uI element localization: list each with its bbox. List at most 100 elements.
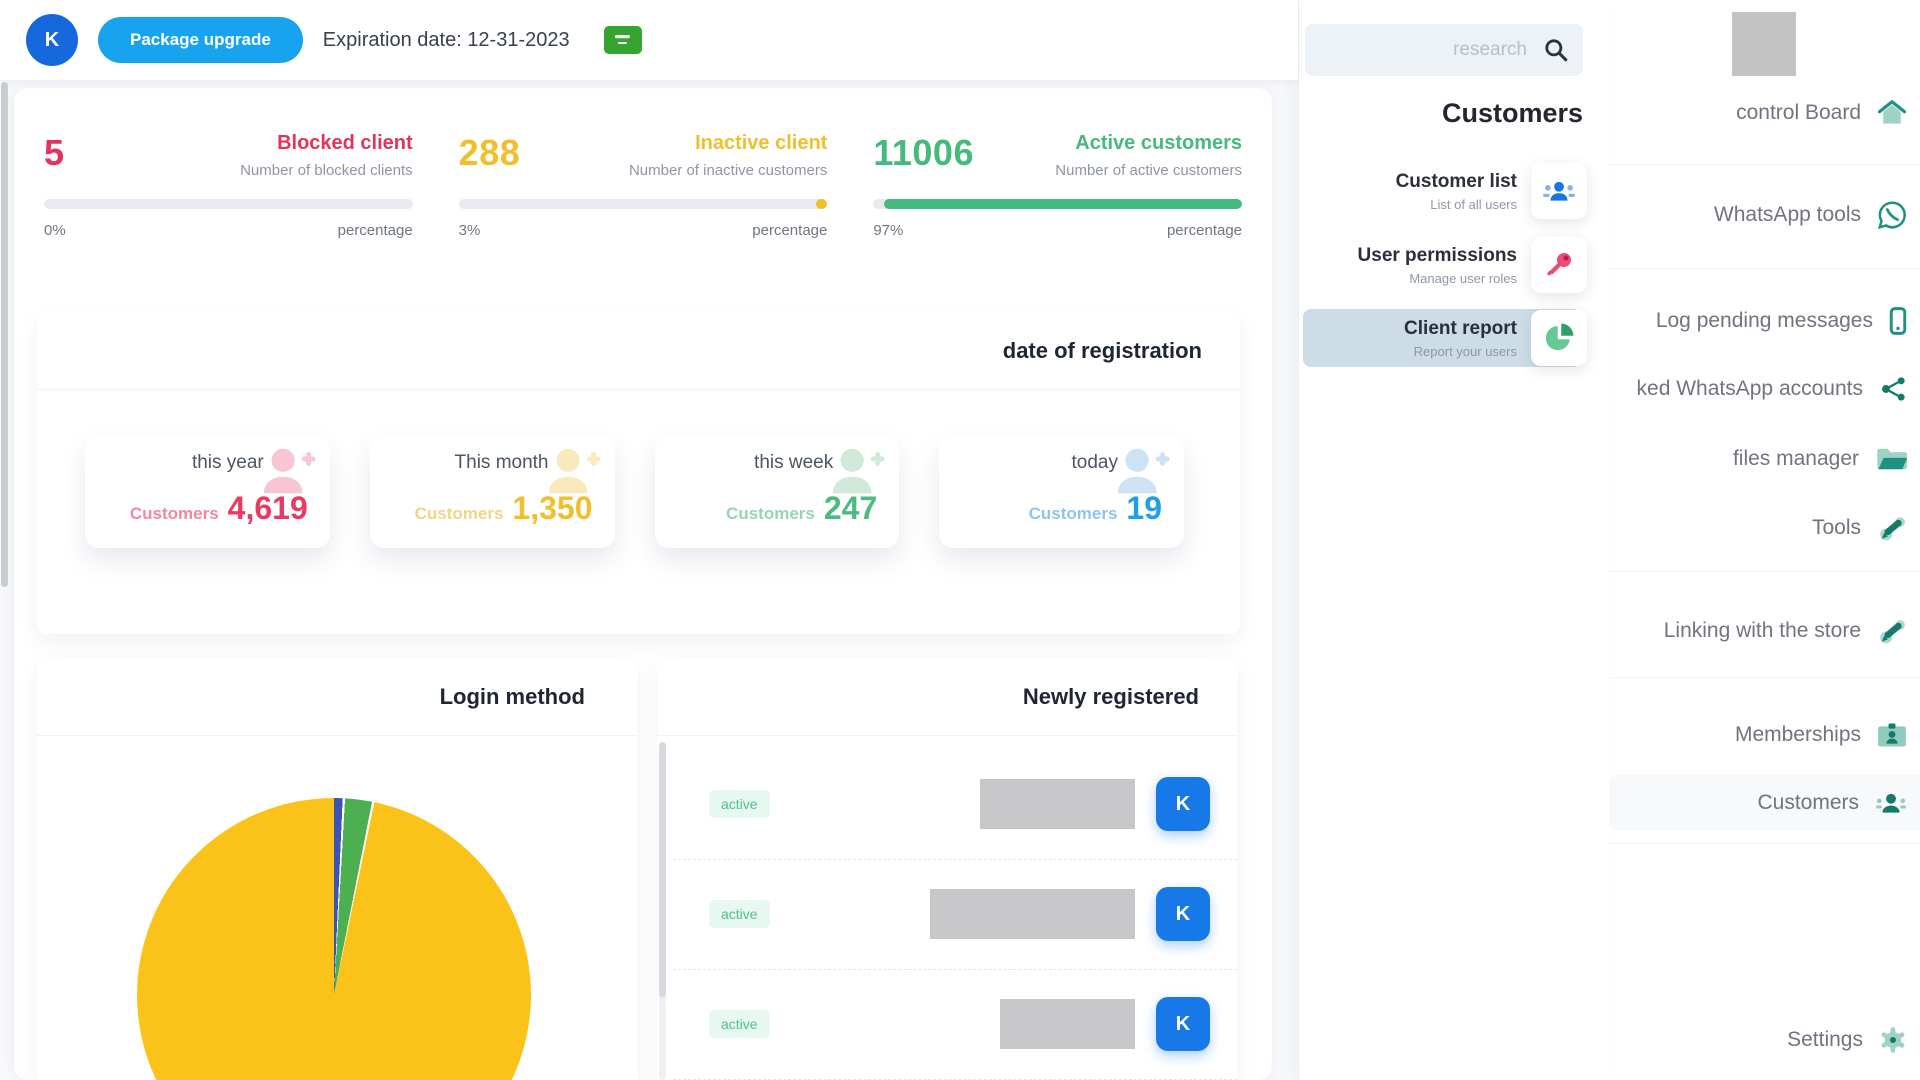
sidebar-item-label: Customers — [1757, 791, 1859, 815]
pencil-icon — [1877, 616, 1907, 646]
sidebar-item-label: Settings — [1787, 1028, 1863, 1052]
whatsapp-icon — [1877, 200, 1907, 230]
list-item[interactable]: active K — [673, 969, 1237, 1080]
redacted-name-bar — [930, 889, 1135, 939]
home-icon — [1877, 99, 1907, 127]
avatar[interactable]: K — [1156, 777, 1210, 831]
stat-percent-label: percentage — [752, 222, 827, 239]
top-bar: K Package upgrade Expiration date: 12-31… — [0, 0, 1298, 80]
sidebar-item-whatsapp-tools[interactable]: WhatsApp tools — [1609, 187, 1920, 243]
list-item[interactable]: active K — [673, 859, 1237, 970]
redacted-name-bar — [980, 779, 1135, 829]
stat-title: Inactive client — [629, 132, 827, 155]
submenu-item-user-permissions[interactable]: User permissions Manage user roles — [1299, 232, 1609, 298]
customers-label: Customers — [726, 504, 815, 524]
registration-card-this-week[interactable]: this week Customers 247 — [655, 436, 900, 548]
stat-percent-label: percentage — [338, 222, 413, 239]
sidebar-item-label: Log pending messages — [1656, 309, 1873, 333]
customers-value: 19 — [1126, 490, 1162, 527]
customers-submenu-panel: research Customers Customer list List of… — [1298, 0, 1609, 1080]
sidebar-item-control-board[interactable]: control Board — [1609, 85, 1920, 141]
login-method-title: Login method — [37, 658, 637, 736]
phone-icon — [1889, 306, 1907, 336]
customers-label: Customers — [130, 504, 219, 524]
status-badge: active — [709, 790, 770, 818]
submenu-item-title: Customer list — [1396, 171, 1517, 193]
submenu-item-title: User permissions — [1358, 245, 1517, 267]
avatar[interactable]: K — [1156, 887, 1210, 941]
stat-value: 288 — [459, 132, 521, 174]
stats-row: 5 Blocked client Number of blocked clien… — [44, 132, 1242, 239]
status-badge: active — [709, 900, 770, 928]
key-icon — [1531, 237, 1587, 293]
submenu-item-subtitle: Manage user roles — [1358, 271, 1517, 286]
sidebar-item-label: WhatsApp tools — [1714, 203, 1861, 227]
sidebar-item-files-manager[interactable]: files manager — [1609, 431, 1920, 487]
date-of-registration-title: date of registration — [37, 312, 1240, 390]
sidebar-divider — [1609, 571, 1920, 572]
saudi-flag-icon[interactable] — [604, 26, 642, 54]
list-scrollbar-thumb[interactable] — [659, 742, 666, 997]
registration-card-today[interactable]: today Customers 19 — [939, 436, 1184, 548]
submenu-item-subtitle: List of all users — [1396, 197, 1517, 212]
avatar[interactable]: K — [1156, 997, 1210, 1051]
user-avatar[interactable]: K — [26, 14, 78, 66]
registration-cards-row: this year Customers 4,619 — [37, 390, 1240, 548]
stat-blocked-clients: 5 Blocked client Number of blocked clien… — [44, 132, 413, 239]
newly-registered-title: Newly registered — [657, 658, 1237, 736]
period-label: today — [961, 452, 1162, 474]
submenu-item-title: Client report — [1404, 318, 1517, 340]
submenu-item-client-report[interactable]: Client report Report your users — [1299, 306, 1609, 370]
sidebar-item-label: Linked WhatsApp accounts — [1637, 377, 1863, 401]
share-icon — [1879, 375, 1907, 403]
stat-active-customers: 11006 Active customers Number of active … — [873, 132, 1242, 239]
search-icon[interactable] — [1543, 37, 1569, 63]
sidebar-item-memberships[interactable]: Memberships — [1609, 707, 1920, 763]
sidebar-divider — [1609, 843, 1920, 844]
period-label: This month — [392, 452, 593, 474]
sidebar-divider — [1609, 677, 1920, 678]
customers-value: 4,619 — [228, 490, 308, 527]
stat-title: Blocked client — [240, 132, 413, 155]
sidebar-item-label: files manager — [1733, 447, 1859, 471]
registration-card-this-year[interactable]: this year Customers 4,619 — [85, 436, 330, 548]
period-label: this week — [677, 452, 878, 474]
dashboard-page: K Package upgrade Expiration date: 12-31… — [0, 0, 1920, 1080]
customers-label: Customers — [1029, 504, 1118, 524]
registration-card-this-month[interactable]: This month Customers 1,350 — [370, 436, 615, 548]
progress-bar — [459, 199, 828, 209]
sidebar-item-label: Linking with the store — [1664, 619, 1861, 643]
page-scrollbar[interactable] — [1, 82, 8, 587]
pie-icon — [1531, 310, 1587, 366]
app-logo-placeholder — [1732, 12, 1796, 76]
sidebar-item-log-pending-messages[interactable]: Log pending messages — [1609, 293, 1920, 349]
sidebar-item-linking-with-store[interactable]: Linking with the store — [1609, 603, 1920, 659]
main-sidebar: control Board WhatsApp tools Log pending… — [1608, 0, 1920, 1080]
sidebar-item-settings[interactable]: Settings — [1609, 1012, 1920, 1068]
stat-percent: 0% — [44, 222, 66, 239]
period-label: this year — [107, 452, 308, 474]
users-icon — [1531, 163, 1587, 219]
expiration-date-text: Expiration date: 12-31-2023 — [323, 29, 570, 52]
newly-registered-card: Newly registered active K active K — [657, 658, 1237, 1080]
status-badge: active — [709, 1010, 770, 1038]
sidebar-item-customers[interactable]: Customers — [1609, 775, 1920, 831]
stat-value: 11006 — [873, 132, 974, 174]
sidebar-divider — [1609, 164, 1920, 165]
submenu-item-customer-list[interactable]: Customer list List of all users — [1299, 158, 1609, 224]
sidebar-item-label: Tools — [1812, 516, 1861, 540]
folder-icon — [1875, 446, 1907, 472]
search-input[interactable]: research — [1305, 24, 1583, 76]
stat-percent-label: percentage — [1167, 222, 1242, 239]
login-method-pie-chart[interactable] — [137, 798, 531, 1080]
submenu-item-subtitle: Report your users — [1404, 344, 1517, 359]
progress-bar — [44, 199, 413, 209]
list-item[interactable]: active K — [673, 749, 1237, 860]
customers-value: 1,350 — [512, 490, 592, 527]
search-placeholder: research — [1453, 39, 1527, 61]
package-upgrade-button[interactable]: Package upgrade — [98, 17, 303, 63]
sidebar-item-linked-whatsapp-accounts[interactable]: Linked WhatsApp accounts — [1609, 361, 1920, 417]
badge-icon — [1877, 722, 1907, 748]
stat-inactive-clients: 288 Inactive client Number of inactive c… — [459, 132, 828, 239]
sidebar-item-tools[interactable]: Tools — [1609, 500, 1920, 556]
